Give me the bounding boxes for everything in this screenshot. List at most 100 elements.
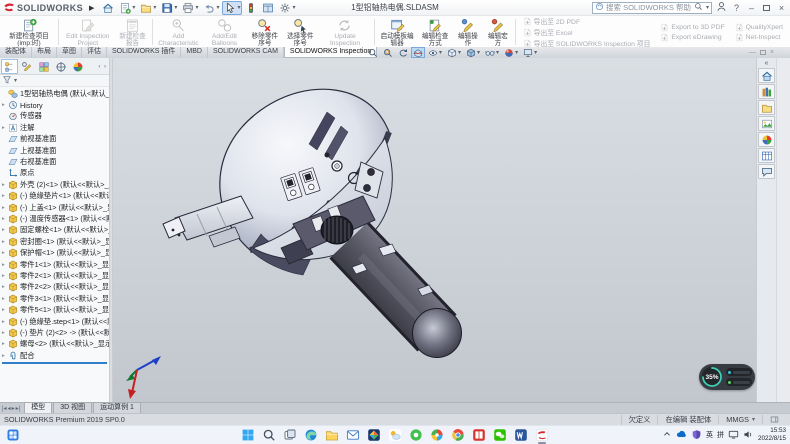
qat-open-button[interactable]: ▾ bbox=[138, 1, 158, 15]
panel-tab-dimxpertmanager[interactable] bbox=[52, 59, 69, 74]
headsup-zoom-to-area-button[interactable] bbox=[381, 47, 395, 58]
tree-item[interactable]: ▸密封圈<1> (默认<<默认>_显示状 bbox=[0, 236, 109, 247]
task-pane-tab-pane-home[interactable] bbox=[758, 68, 775, 83]
doc-restore-button[interactable] bbox=[760, 50, 766, 55]
tree-item[interactable]: ▸零件5<1> (默认<<默认>_显示状态 bbox=[0, 304, 109, 315]
tree-item[interactable]: 上视基准面 bbox=[0, 145, 109, 156]
tree-root-item[interactable]: 1型铝轴热电偶 (默认<默认_显示状态-1 bbox=[0, 88, 109, 99]
tree-item[interactable]: ▸(-) 绝缘垫.step<1> (默认<<默认> bbox=[0, 316, 109, 327]
qat-select-cursor-button[interactable]: ▾ bbox=[222, 1, 242, 15]
headsup-display-style-button[interactable]: ▾ bbox=[464, 47, 482, 58]
taskbar-word-button[interactable] bbox=[513, 427, 529, 443]
tree-item[interactable]: ▸零件2<1> (默认<<默认>_显示状态 bbox=[0, 270, 109, 281]
tree-filter-row[interactable]: ▾ bbox=[0, 75, 109, 87]
status-pane-toggle[interactable] bbox=[762, 415, 786, 424]
tree-item[interactable]: 原点 bbox=[0, 168, 109, 179]
tree-item[interactable]: ▸零件1<1> (默认<<默认>_显示状态 bbox=[0, 259, 109, 270]
tab-scroll-last-icon[interactable]: ▸| bbox=[16, 405, 21, 412]
taskbar-chrome-button[interactable] bbox=[450, 427, 466, 443]
tree-item[interactable]: ▸零件2<2> (默认<<默认>_显示状态 bbox=[0, 282, 109, 293]
tree-item[interactable]: 前视基准面 bbox=[0, 134, 109, 145]
qat-options-button[interactable]: ▾ bbox=[277, 1, 297, 15]
clock[interactable]: 15:53 2022/8/15 bbox=[758, 427, 786, 442]
panel-tab-configurationmanager[interactable] bbox=[35, 59, 52, 74]
taskbar-wechat-button[interactable] bbox=[492, 427, 508, 443]
taskbar-photos-button[interactable] bbox=[366, 427, 382, 443]
ribbon-button-select-balloons[interactable]: 选择零件序号 bbox=[283, 17, 318, 47]
headsup-zoom-fit-button[interactable] bbox=[366, 47, 380, 58]
command-tab[interactable]: 装配体 bbox=[0, 47, 32, 58]
model-tab[interactable]: 运动算例 1 bbox=[93, 402, 141, 413]
task-pane-tab-appearances[interactable] bbox=[758, 132, 775, 147]
taskbar-widgets-button[interactable] bbox=[5, 427, 21, 443]
restore-button[interactable] bbox=[763, 5, 770, 11]
tree-item[interactable]: ▸(-) 上盖<1> (默认<<默认>_显示状 bbox=[0, 202, 109, 213]
taskbar-browser-360-button[interactable] bbox=[408, 427, 424, 443]
tab-scroll-buttons[interactable]: |◂ ◂ ▸ ▸| bbox=[2, 403, 20, 413]
headsup-annotation-views-button[interactable]: ▾ bbox=[426, 47, 444, 58]
ribbon-button-edit-method[interactable]: 编辑检查方式 bbox=[417, 17, 452, 47]
filter-caret-icon[interactable]: ▾ bbox=[14, 77, 17, 84]
tab-scroll-left-icon[interactable]: ◂ bbox=[8, 405, 11, 412]
headsup-previous-view-button[interactable] bbox=[396, 47, 410, 58]
taskbar-weather-button[interactable] bbox=[387, 427, 403, 443]
minimize-button[interactable]: – bbox=[746, 1, 757, 15]
headsup-view-settings-button[interactable]: ▾ bbox=[521, 47, 539, 58]
tree-item[interactable]: ▸(-) 绝缘垫片<1> (默认<<默认>_显 bbox=[0, 191, 109, 202]
search-box[interactable]: 搜索 SOLIDWORKS 帮助 ▾ bbox=[592, 2, 712, 14]
taskbar-pinwheel-button[interactable] bbox=[429, 427, 445, 443]
taskbar-task-view-button[interactable] bbox=[282, 427, 298, 443]
headsup-view-orientation-button[interactable]: ▾ bbox=[445, 47, 463, 58]
tree-item[interactable]: ▸保护帽<1> (默认<<默认>_显示状 bbox=[0, 247, 109, 258]
qat-save-button[interactable]: ▾ bbox=[159, 1, 179, 15]
qat-print-button[interactable]: ▾ bbox=[180, 1, 200, 15]
command-tab[interactable]: 布局 bbox=[32, 47, 57, 58]
headsup-section-view-button[interactable] bbox=[411, 47, 425, 58]
qat-window-button[interactable] bbox=[260, 1, 276, 15]
taskbar-explorer-button[interactable] bbox=[324, 427, 340, 443]
doc-minimize-button[interactable]: — bbox=[749, 47, 756, 58]
doc-close-button[interactable]: × bbox=[770, 47, 774, 58]
task-pane-collapse-icon[interactable]: « bbox=[765, 59, 769, 68]
ribbon-button-remove-balloons[interactable]: 移除零件序号 bbox=[247, 17, 282, 47]
tree-item[interactable]: ▸(-) 垫片 (2)<2> -> (默认<<默认>_ bbox=[0, 327, 109, 338]
search-caret-icon[interactable]: ▾ bbox=[706, 4, 709, 11]
tree-item[interactable]: ▸螺母<2> (默认<<默认>_显示状态 bbox=[0, 339, 109, 350]
tab-scroll-right-icon[interactable]: ▸ bbox=[12, 405, 15, 412]
tree-rollback-bar[interactable] bbox=[2, 362, 107, 364]
task-pane-tab-forum[interactable] bbox=[758, 164, 775, 179]
units-selector[interactable]: MMGS▾ bbox=[718, 415, 762, 424]
tree-item[interactable]: ▸(-) 温度传感器<1> (默认<<默认>_ bbox=[0, 213, 109, 224]
taskbar-start-button[interactable] bbox=[240, 427, 256, 443]
task-pane-tab-view-palette[interactable] bbox=[758, 116, 775, 131]
panel-tab-arrows[interactable]: ‹ › bbox=[98, 64, 108, 70]
panel-tab-displaymanager[interactable] bbox=[69, 59, 86, 74]
3d-model[interactable] bbox=[113, 58, 756, 402]
task-pane-tab-file-explorer[interactable] bbox=[758, 100, 775, 115]
taskbar-edge-button[interactable] bbox=[303, 427, 319, 443]
ribbon-button-edit-operation[interactable]: 编辑操作 bbox=[453, 17, 483, 47]
tab-scroll-first-icon[interactable]: |◂ bbox=[2, 405, 7, 412]
graphics-viewport[interactable]: 35% bbox=[113, 58, 756, 402]
model-tab[interactable]: 模型 bbox=[24, 402, 52, 413]
taskbar-mail-button[interactable] bbox=[345, 427, 361, 443]
panel-tab-propertymanager[interactable] bbox=[18, 59, 35, 74]
tree-item[interactable]: ▸注解 bbox=[0, 122, 109, 133]
command-tab[interactable]: 评估 bbox=[82, 47, 107, 58]
taskbar-search-button[interactable] bbox=[261, 427, 277, 443]
command-tab[interactable]: MBD bbox=[181, 47, 208, 58]
widget-toggle-row[interactable] bbox=[726, 368, 752, 376]
tree-item[interactable]: ▸固定螺栓<1> (默认<<默认>_显示 bbox=[0, 225, 109, 236]
headsup-hide-show-items-button[interactable]: ▾ bbox=[483, 47, 501, 58]
ribbon-button-template-editor[interactable]: 启动模板编辑器 bbox=[377, 17, 418, 47]
menu-expand-arrow[interactable]: ▶ bbox=[89, 4, 94, 12]
help-button[interactable]: ? bbox=[731, 1, 742, 15]
close-button[interactable]: × bbox=[776, 1, 787, 15]
tree-item[interactable]: ▸零件3<1> (默认<<默认>_显示状态 bbox=[0, 293, 109, 304]
task-pane-tab-design-library[interactable] bbox=[758, 84, 775, 99]
tree-item[interactable]: ▸History bbox=[0, 99, 109, 110]
model-tab[interactable]: 3D 视图 bbox=[53, 402, 92, 413]
command-tab[interactable]: SOLIDWORKS CAM bbox=[208, 47, 284, 58]
qat-home-button[interactable] bbox=[100, 1, 116, 15]
tree-item[interactable]: ▸配合 bbox=[0, 350, 109, 361]
